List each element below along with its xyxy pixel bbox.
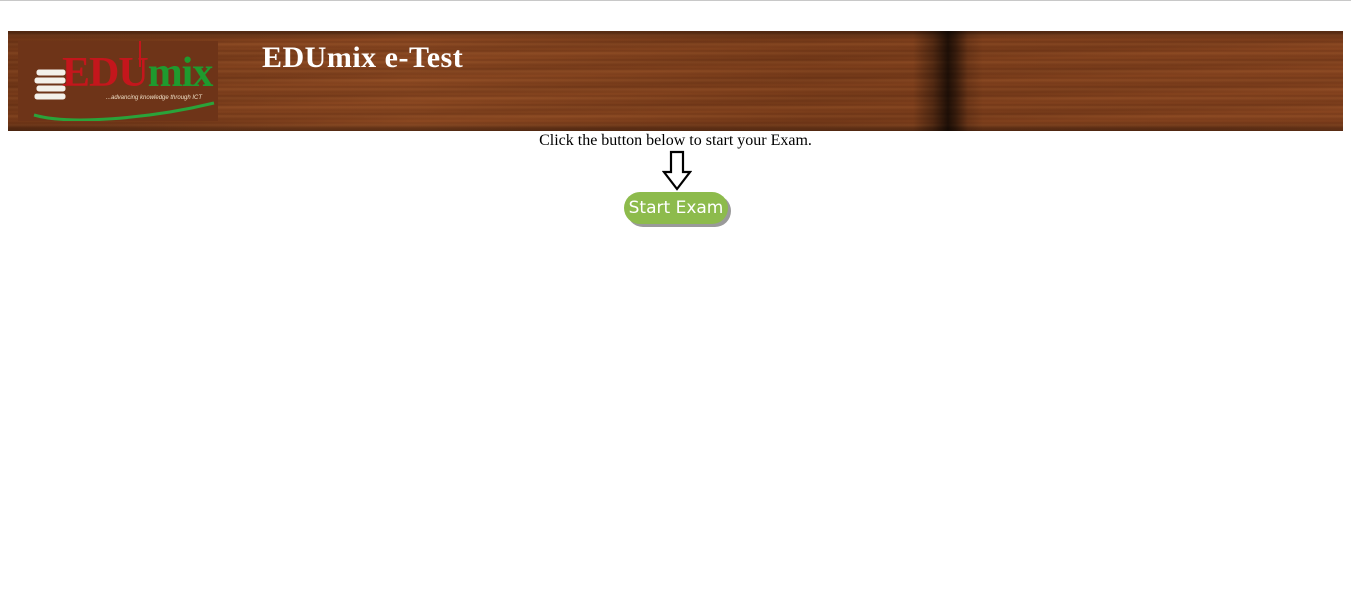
- logo-wordmark: EDUmix: [62, 50, 214, 96]
- down-arrow-icon: [662, 150, 692, 191]
- edumix-logo: EDUmix ...advancing knowledge through IC…: [18, 41, 218, 121]
- top-divider: [0, 0, 1351, 1]
- logo-tagline: ...advancing knowledge through ICT: [106, 95, 203, 101]
- header-banner: EDUmix ...advancing knowledge through IC…: [8, 31, 1343, 131]
- logo-mix-text: mix: [147, 50, 214, 96]
- logo-edu-text: EDU: [62, 50, 149, 96]
- start-exam-button[interactable]: Start Exam: [624, 192, 728, 224]
- exam-instruction: Click the button below to start your Exa…: [539, 132, 812, 149]
- page-title: EDUmix e-Test: [262, 41, 464, 74]
